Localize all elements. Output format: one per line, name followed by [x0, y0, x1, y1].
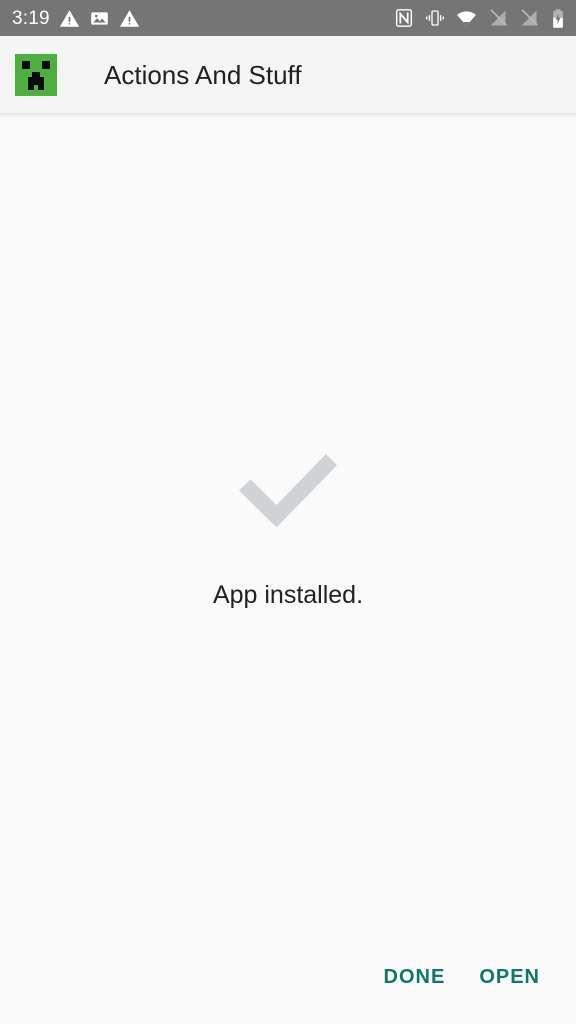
signal-disabled-icon	[521, 9, 538, 26]
install-result-content: App installed.	[0, 120, 576, 930]
open-button[interactable]: OPEN	[465, 955, 554, 999]
creeper-mouth-left-fang	[28, 83, 34, 91]
vibrate-mode-icon	[426, 10, 444, 26]
status-bar[interactable]: 3:19	[0, 0, 576, 36]
nfc-icon	[395, 9, 413, 27]
image-photo-icon	[90, 11, 108, 25]
install-status-text: App installed.	[212, 580, 364, 609]
warning-triangle-icon	[59, 9, 79, 27]
checkmark-icon	[239, 453, 337, 527]
wifi-icon	[457, 10, 476, 26]
creeper-mouth-right-fang	[38, 83, 44, 91]
page-title: Actions And Stuff	[104, 59, 302, 90]
status-bar-clock: 3:19	[12, 7, 50, 29]
app-bar-shadow-divider	[0, 113, 576, 120]
warning-triangle-icon	[119, 9, 139, 27]
signal-disabled-icon	[490, 9, 507, 26]
creeper-left-eye	[21, 61, 30, 70]
done-button[interactable]: DONE	[370, 955, 460, 999]
action-bar: DONE OPEN	[0, 930, 576, 1024]
creeper-app-icon	[15, 53, 57, 96]
creeper-right-eye	[42, 61, 51, 70]
status-bar-right-group	[394, 8, 566, 29]
status-bar-left-group: 3:19	[12, 8, 140, 29]
battery-charging-icon	[553, 8, 563, 28]
app-bar: Actions And Stuff	[0, 36, 576, 113]
